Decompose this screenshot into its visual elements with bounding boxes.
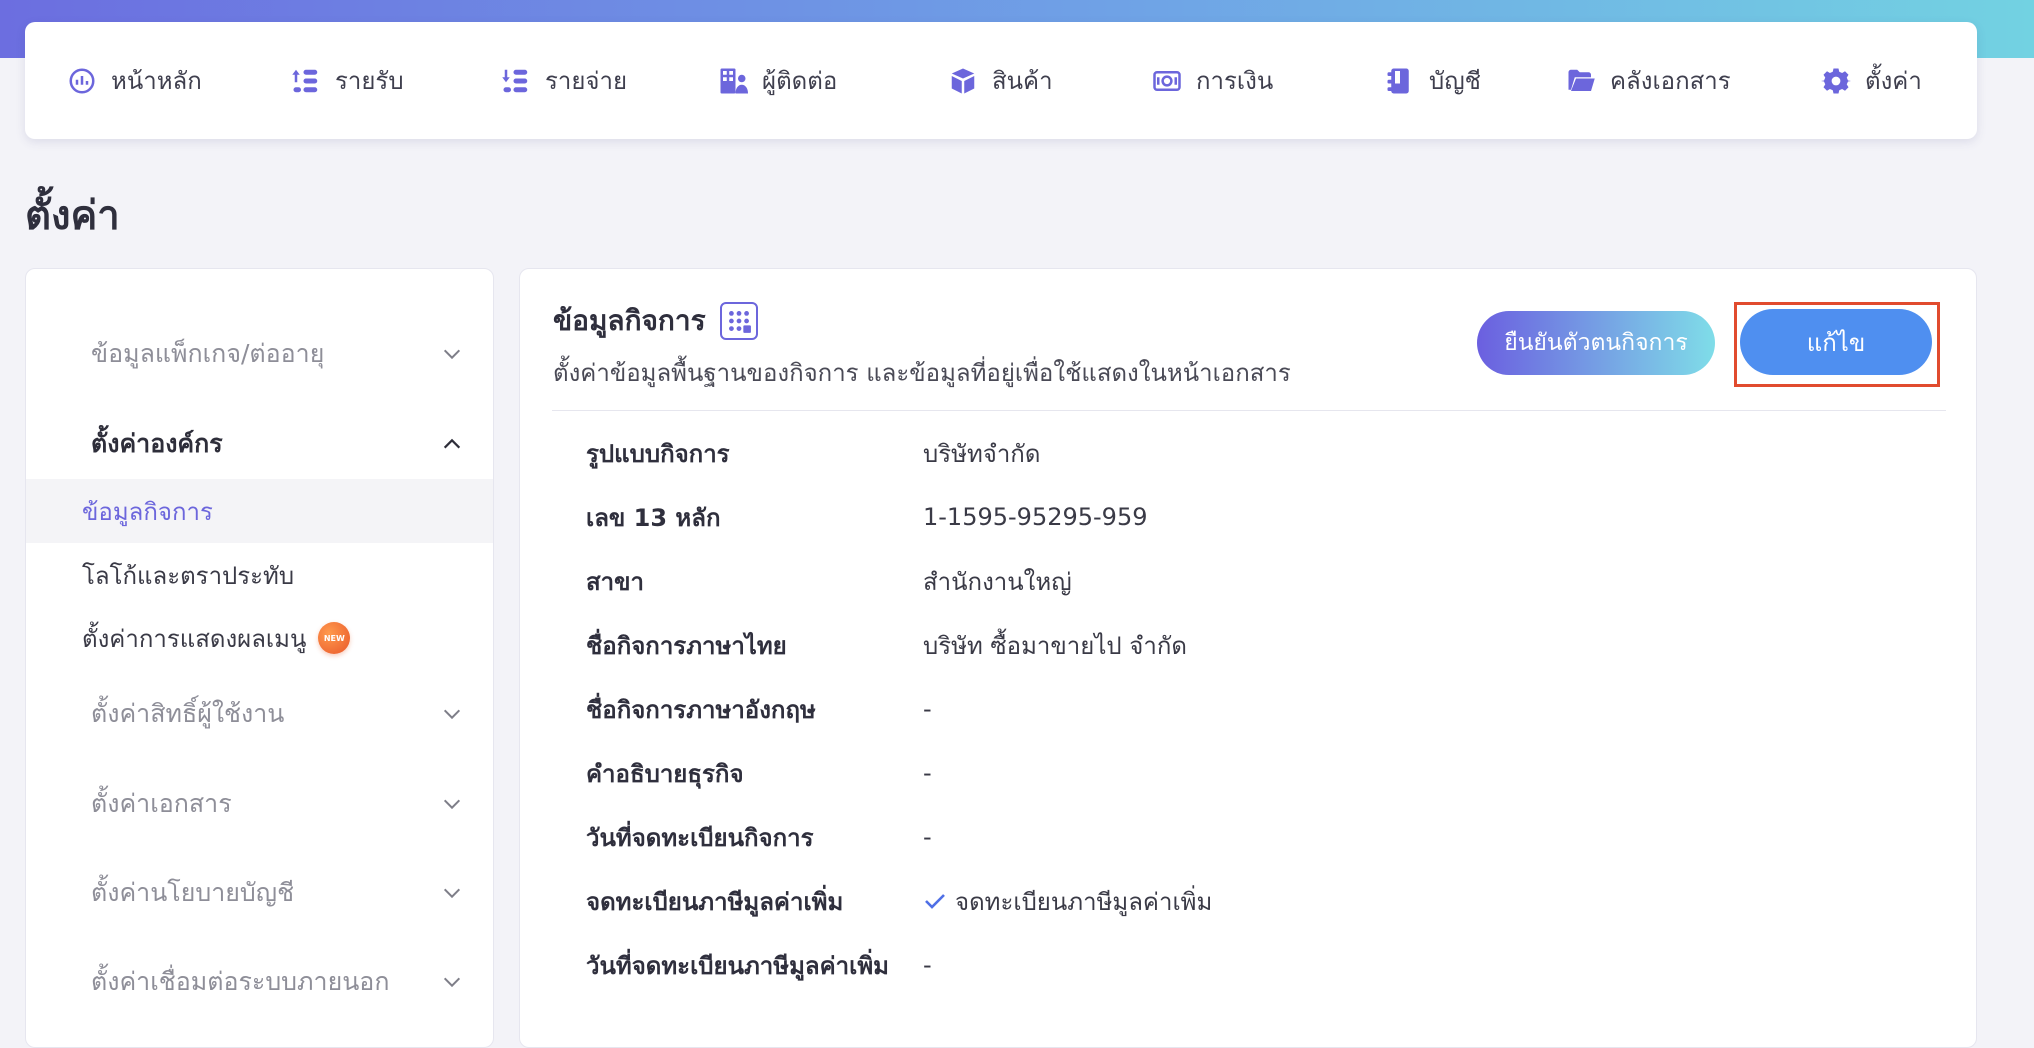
folder-icon (1568, 69, 1595, 91)
sidebar-group-label: ตั้งค่าเชื่อมต่อระบบภายนอก (91, 967, 390, 996)
expense-icon (502, 69, 528, 92)
info-value: บริษัทจำกัด (923, 439, 1041, 468)
page-title: ตั้งค่า (25, 193, 120, 239)
info-row-business-type: รูปแบบกิจการ บริษัทจำกัด (586, 433, 1946, 473)
sidebar-item-logo-stamp[interactable]: โลโก้และตราประทับ (26, 543, 493, 607)
info-label: รูปแบบกิจการ (586, 439, 730, 468)
info-row-vat-registration: จดทะเบียนภาษีมูลค่าเพิ่ม จดทะเบียนภาษีมู… (586, 881, 1946, 921)
info-label: จดทะเบียนภาษีมูลค่าเพิ่ม (586, 887, 844, 916)
sidebar-item-menu-display[interactable]: ตั้งค่าการแสดงผลเมนู NEW (26, 606, 493, 670)
sidebar-item-business-info[interactable]: ข้อมูลกิจการ (26, 479, 493, 543)
info-value: - (923, 823, 932, 851)
vat-status-text: จดทะเบียนภาษีมูลค่าเพิ่ม (955, 887, 1213, 916)
nav-item-contacts[interactable]: ผู้ติดต่อ (718, 51, 948, 111)
divider (552, 410, 1946, 411)
sidebar-group-accounting-policy[interactable]: ตั้งค่านโยบายบัญชี (91, 868, 463, 918)
chevron-down-icon (443, 977, 461, 988)
sidebar-group-permissions[interactable]: ตั้งค่าสิทธิ์ผู้ใช้งาน (91, 689, 463, 739)
sidebar-item-label: โลโก้และตราประทับ (82, 561, 295, 590)
income-icon (292, 69, 318, 92)
nav-item-settings[interactable]: ตั้งค่า (1821, 51, 1961, 111)
product-box-icon (951, 68, 975, 93)
info-row-tax-id: เลข 13 หลัก 1-1595-95295-959 (586, 497, 1946, 537)
sidebar-group-integrations[interactable]: ตั้งค่าเชื่อมต่อระบบภายนอก (91, 957, 463, 1007)
verify-business-button[interactable]: ยืนยันตัวตนกิจการ (1477, 311, 1715, 375)
info-value: - (923, 951, 932, 979)
chevron-down-icon (443, 799, 461, 810)
chevron-down-icon (443, 709, 461, 720)
chevron-up-icon (443, 438, 461, 449)
info-label: วันที่จดทะเบียนกิจการ (586, 823, 814, 852)
money-icon (1153, 70, 1181, 91)
nav-label: การเงิน (1196, 67, 1274, 95)
business-info-card: ข้อมูลกิจการ ตั้งค่าข้อมูลพื้นฐานของกิจก… (519, 268, 1977, 1048)
info-value: สำนักงานใหญ่ (923, 567, 1072, 596)
info-label: วันที่จดทะเบียนภาษีมูลค่าเพิ่ม (586, 951, 889, 980)
dashboard-icon (69, 68, 95, 93)
sidebar-group-documents[interactable]: ตั้งค่าเอกสาร (91, 779, 463, 829)
nav-label: คลังเอกสาร (1610, 67, 1731, 95)
info-row-registration-date: วันที่จดทะเบียนกิจการ - (586, 817, 1946, 857)
info-value: บริษัท ซื้อมาขายไป จำกัด (923, 631, 1187, 660)
sidebar-group-label: ตั้งค่าองค์กร (91, 429, 223, 458)
check-icon (925, 894, 945, 909)
nav-item-documents[interactable]: คลังเอกสาร (1566, 51, 1821, 111)
info-label: สาขา (586, 567, 645, 596)
top-navigation: หน้าหลัก รายรับ รายจ่าย ผู้ติดต่อ สินค้า… (25, 22, 1977, 139)
card-title-text: ข้อมูลกิจการ (553, 304, 706, 337)
nav-item-products[interactable]: สินค้า (948, 51, 1152, 111)
info-row-branch: สาขา สำนักงานใหญ่ (586, 561, 1946, 601)
info-row-english-name: ชื่อกิจการภาษาอังกฤษ - (586, 689, 1946, 729)
nav-label: รายจ่าย (545, 67, 628, 95)
sidebar-item-label: ข้อมูลกิจการ (82, 497, 213, 526)
ledger-icon (1387, 68, 1409, 93)
info-value: 1-1595-95295-959 (923, 503, 1148, 531)
info-value: จดทะเบียนภาษีมูลค่าเพิ่ม (923, 882, 1212, 921)
sidebar-group-package[interactable]: ข้อมูลแพ็กเกจ/ต่ออายุ (91, 329, 463, 379)
building-icon (719, 302, 758, 340)
sidebar-item-label: ตั้งค่าการแสดงผลเมนู (82, 624, 307, 653)
sidebar-group-organization[interactable]: ตั้งค่าองค์กร (91, 419, 463, 469)
info-label: ชื่อกิจการภาษาไทย (586, 631, 787, 660)
nav-item-income[interactable]: รายรับ (291, 51, 501, 111)
nav-label: ผู้ติดต่อ (762, 67, 838, 95)
info-row-thai-name: ชื่อกิจการภาษาไทย บริษัท ซื้อมาขายไป จำก… (586, 625, 1946, 665)
nav-label: สินค้า (992, 67, 1053, 95)
info-label: เลข 13 หลัก (586, 503, 721, 532)
new-badge: NEW (318, 622, 351, 654)
info-row-business-description: คำอธิบายธุรกิจ - (586, 753, 1946, 793)
card-title: ข้อมูลกิจการ (553, 299, 758, 343)
edit-button[interactable]: แก้ไข (1740, 309, 1932, 375)
info-value: - (923, 759, 932, 787)
sidebar-group-label: ตั้งค่านโยบายบัญชี (91, 878, 295, 907)
sidebar-group-label: ตั้งค่าสิทธิ์ผู้ใช้งาน (91, 699, 285, 728)
gear-icon (1821, 68, 1851, 93)
settings-sidebar: ข้อมูลแพ็กเกจ/ต่ออายุ ตั้งค่าองค์กร ข้อม… (25, 268, 494, 1048)
info-label: คำอธิบายธุรกิจ (586, 759, 744, 788)
sidebar-group-label: ตั้งค่าเอกสาร (91, 789, 232, 818)
sidebar-group-label: ข้อมูลแพ็กเกจ/ต่ออายุ (91, 339, 325, 368)
nav-item-accounting[interactable]: บัญชี (1385, 51, 1566, 111)
info-label: ชื่อกิจการภาษาอังกฤษ (586, 695, 816, 724)
card-subtitle: ตั้งค่าข้อมูลพื้นฐานของกิจการ และข้อมูลท… (553, 359, 1291, 387)
info-value: - (923, 695, 932, 723)
nav-item-expense[interactable]: รายจ่าย (501, 51, 718, 111)
contacts-icon (720, 68, 748, 93)
chevron-down-icon (443, 349, 461, 360)
nav-label: บัญชี (1429, 67, 1481, 95)
info-row-vat-date: วันที่จดทะเบียนภาษีมูลค่าเพิ่ม - (586, 945, 1946, 985)
nav-label: ตั้งค่า (1865, 67, 1922, 95)
nav-label: รายรับ (335, 67, 404, 95)
nav-item-finance[interactable]: การเงิน (1152, 51, 1385, 111)
nav-item-dashboard[interactable]: หน้าหลัก (67, 51, 291, 111)
chevron-down-icon (443, 888, 461, 899)
nav-label: หน้าหลัก (111, 67, 202, 95)
